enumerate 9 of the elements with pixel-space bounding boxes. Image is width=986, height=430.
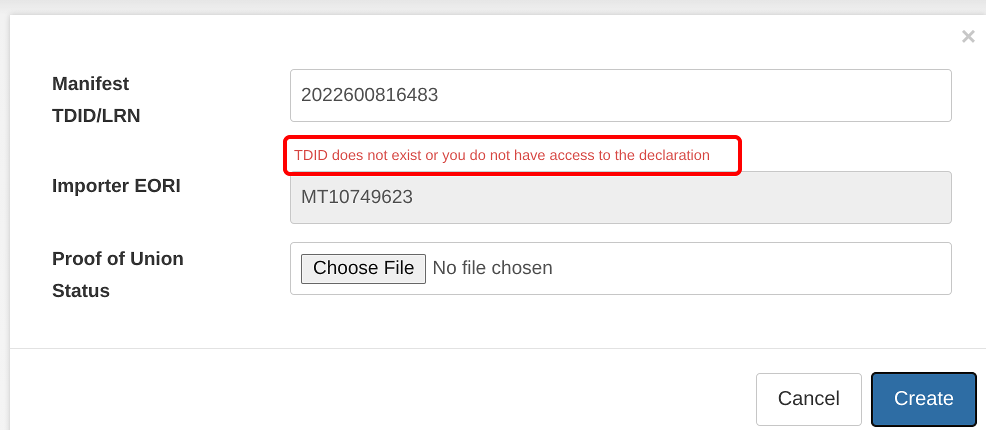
- file-input[interactable]: Choose File No file chosen: [290, 242, 952, 295]
- field-label: Manifest TDID/LRN: [52, 73, 142, 129]
- error-message: TDID does not exist or you do not have access to the declaration: [283, 135, 742, 176]
- dialog-button[interactable]: Cancel: [756, 373, 862, 426]
- field-label: Proof of Union Status: [52, 248, 185, 304]
- input-field[interactable]: 2022600816483: [290, 69, 952, 122]
- dialog-button[interactable]: Create: [872, 373, 976, 426]
- field-label: Importer EORI: [52, 175, 182, 199]
- choose-file-button[interactable]: Choose File: [301, 254, 426, 284]
